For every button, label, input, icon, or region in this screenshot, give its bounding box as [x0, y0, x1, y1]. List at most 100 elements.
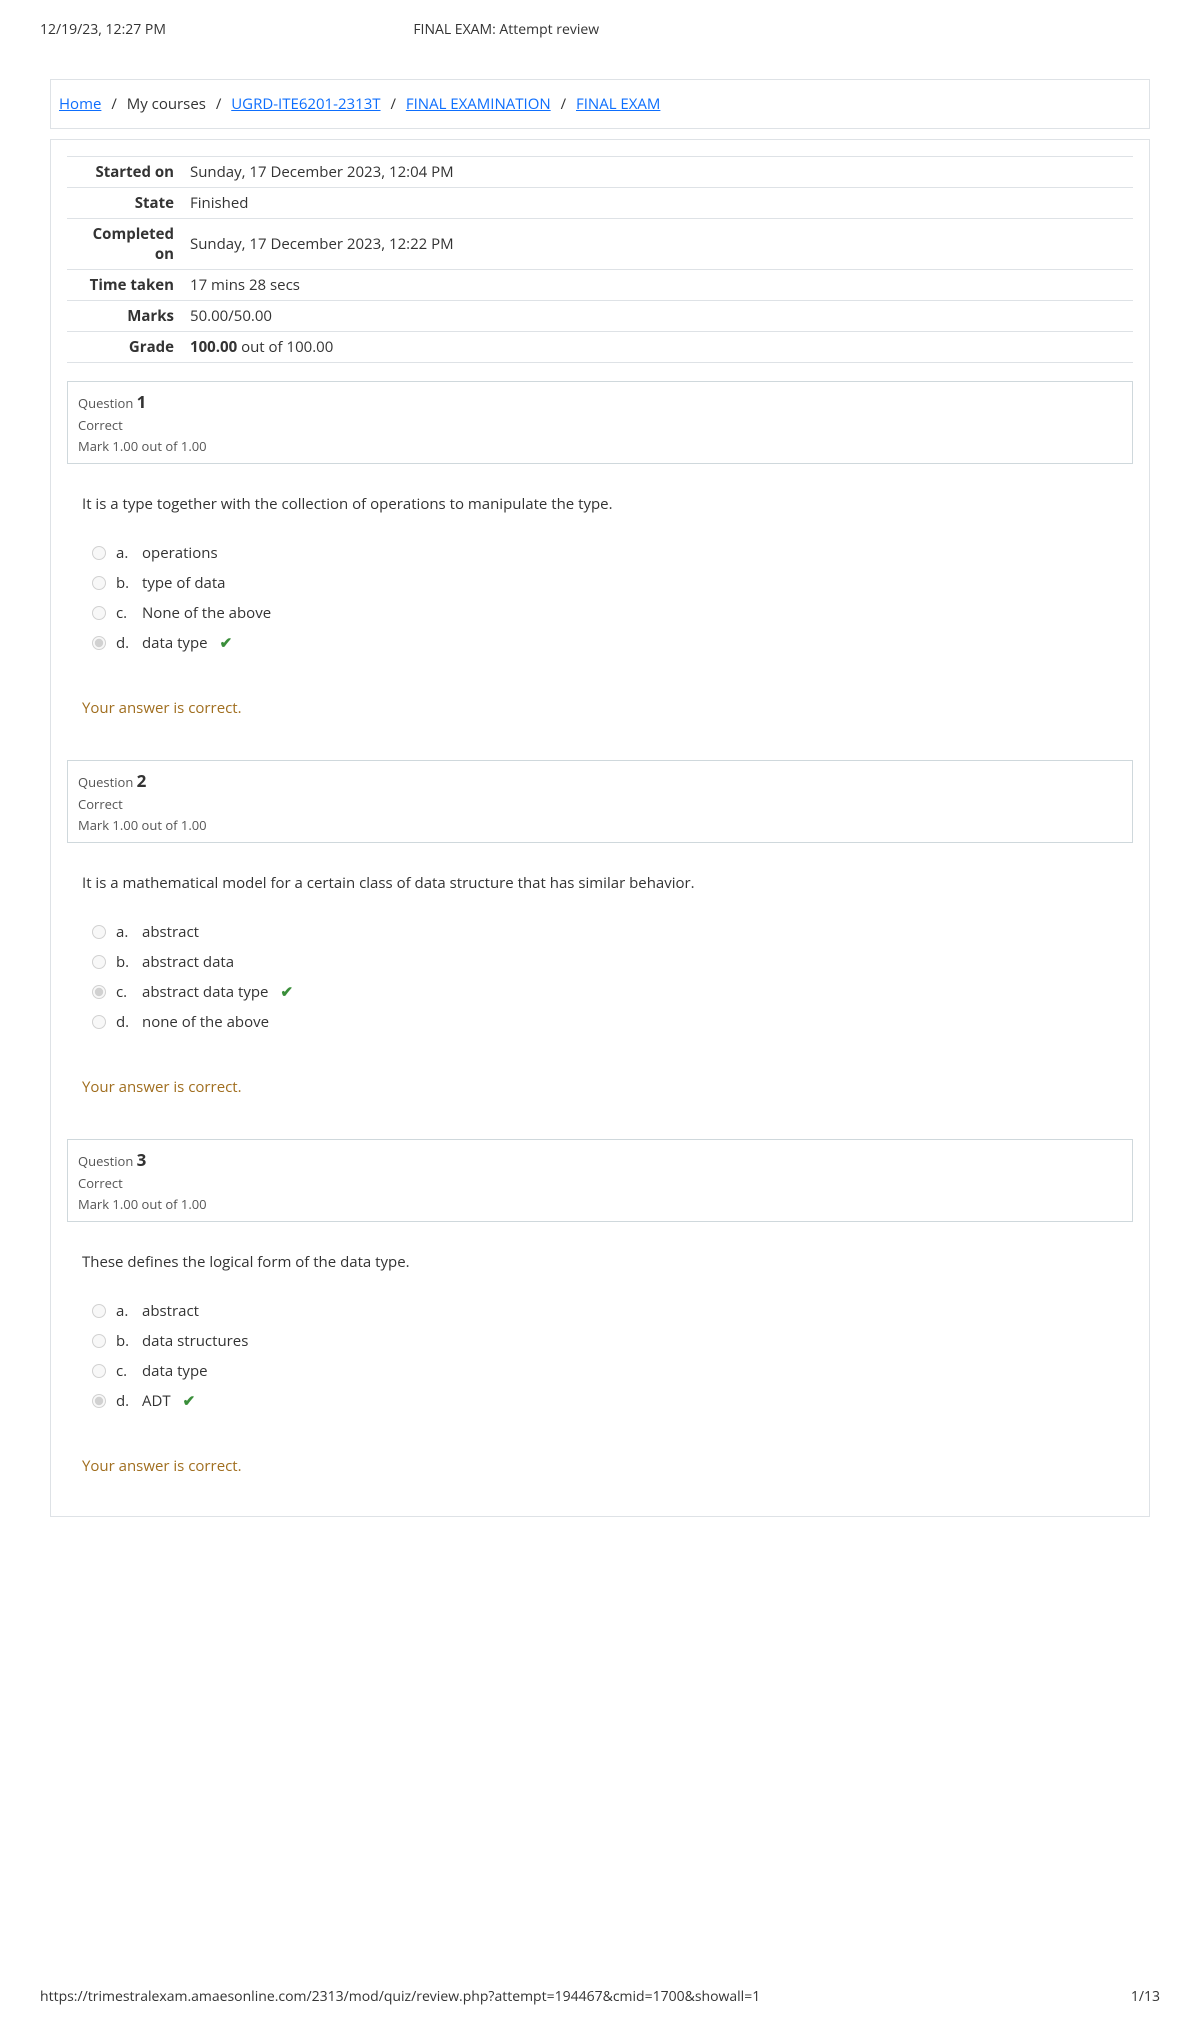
answer-letter: c. — [116, 1361, 132, 1381]
answer-letter: a. — [116, 543, 132, 563]
question-text: It is a mathematical model for a certain… — [82, 873, 1118, 893]
question-header: Question 3 Correct Mark 1.00 out of 1.00 — [68, 1140, 1132, 1221]
question-body: It is a type together with the collectio… — [67, 464, 1133, 742]
answer-radio[interactable] — [92, 1304, 106, 1318]
question-body: It is a mathematical model for a certain… — [67, 843, 1133, 1121]
question-label: Question — [78, 773, 137, 791]
question-header: Question 1 Correct Mark 1.00 out of 1.00 — [68, 382, 1132, 463]
answer-radio[interactable] — [92, 1394, 106, 1408]
answer-option: a.abstract — [92, 1296, 1118, 1326]
content-box: Started on Sunday, 17 December 2023, 12:… — [50, 139, 1150, 1517]
answer-text: data structures — [142, 1331, 248, 1351]
question-label: Question — [78, 394, 137, 412]
question-block: Question 2CorrectMark 1.00 out of 1.00 — [67, 760, 1133, 843]
question-number: 1 — [137, 390, 147, 413]
summary-label-marks: Marks — [67, 301, 182, 332]
breadcrumb-sep: / — [555, 94, 573, 114]
summary-value-state: Finished — [182, 188, 1133, 219]
feedback-text: Your answer is correct. — [82, 698, 1118, 718]
summary-value-completed-on: Sunday, 17 December 2023, 12:22 PM — [182, 219, 1133, 270]
answer-letter: b. — [116, 952, 132, 972]
question-block: Question 1 Correct Mark 1.00 out of 1.00 — [67, 381, 1133, 464]
answer-letter: c. — [116, 603, 132, 623]
question-number: 3 — [137, 1148, 147, 1171]
breadcrumb: Home / My courses / UGRD-ITE6201-2313T /… — [50, 79, 1150, 129]
grade-rest: out of 100.00 — [237, 337, 333, 357]
answer-option: c.abstract data type✔ — [92, 977, 1118, 1007]
answer-letter: b. — [116, 573, 132, 593]
answer-letter: b. — [116, 1331, 132, 1351]
answer-radio[interactable] — [92, 576, 106, 590]
answer-option: c. data type — [92, 1356, 1118, 1386]
answer-letter: d. — [116, 1391, 132, 1411]
breadcrumb-item[interactable]: FINAL EXAM — [576, 94, 660, 114]
answer-text: none of the above — [142, 1012, 269, 1032]
question-number: 2 — [137, 769, 147, 792]
answer-letter: c. — [116, 982, 132, 1002]
question-header: Question 2CorrectMark 1.00 out of 1.00 — [68, 761, 1132, 842]
print-timestamp: 12/19/23, 12:27 PM — [40, 20, 413, 39]
question-body: These defines the logical form of the da… — [67, 1222, 1133, 1500]
question-text: These defines the logical form of the da… — [82, 1252, 1118, 1272]
breadcrumb-home[interactable]: Home — [59, 94, 101, 114]
answer-radio[interactable] — [92, 985, 106, 999]
breadcrumb-sep: / — [210, 94, 228, 114]
answer-radio[interactable] — [92, 546, 106, 560]
summary-label-started-on: Started on — [67, 157, 182, 188]
answer-text: abstract data type — [142, 982, 268, 1002]
answer-option: d. data type ✔ — [92, 628, 1118, 658]
footer-pagenum: 1/13 — [1131, 1987, 1160, 2006]
answer-radio[interactable] — [92, 955, 106, 969]
question-label: Question — [78, 1152, 137, 1170]
answer-radio[interactable] — [92, 925, 106, 939]
answer-text: None of the above — [142, 603, 271, 623]
answer-option: b. data structures — [92, 1326, 1118, 1356]
answer-letter: a. — [116, 922, 132, 942]
summary-value-marks: 50.00/50.00 — [182, 301, 1133, 332]
question-status: Correct — [78, 1174, 1122, 1192]
summary-table: Started on Sunday, 17 December 2023, 12:… — [67, 156, 1133, 363]
answers-list: a.abstract b. data structures c. data type d.… — [92, 1296, 1118, 1416]
summary-label-grade: Grade — [67, 332, 182, 363]
answer-radio[interactable] — [92, 1015, 106, 1029]
answer-letter: d. — [116, 1012, 132, 1032]
answer-radio[interactable] — [92, 606, 106, 620]
breadcrumb-sep: / — [105, 94, 123, 114]
check-icon: ✔ — [183, 1391, 196, 1411]
question-mark: Mark 1.00 out of 1.00 — [78, 437, 1122, 455]
answer-text: data type — [142, 633, 208, 653]
answers-list: a.abstract b. abstract data c. abstract data… — [92, 917, 1118, 1037]
feedback-text: Your answer is correct. — [82, 1456, 1118, 1476]
summary-value-time-taken: 17 mins 28 secs — [182, 270, 1133, 301]
question-text: It is a type together with the collectio… — [82, 494, 1118, 514]
footer-url: https://trimestralexam.amaesonline.com/2… — [40, 1987, 760, 2006]
question-status: Correct — [78, 416, 1122, 434]
answer-text: data type — [142, 1361, 208, 1381]
answer-radio[interactable] — [92, 1364, 106, 1378]
breadcrumb-section[interactable]: FINAL EXAMINATION — [406, 94, 551, 114]
answer-text: operations — [142, 543, 218, 563]
question-block: Question 3 Correct Mark 1.00 out of 1.00 — [67, 1139, 1133, 1222]
check-icon: ✔ — [220, 633, 233, 653]
question-mark: Mark 1.00 out of 1.00 — [78, 1195, 1122, 1213]
breadcrumb-sep: / — [384, 94, 402, 114]
summary-label-completed-on: Completed on — [67, 219, 182, 270]
answers-list: a. operations b. type of data c. None of the … — [92, 538, 1118, 658]
answer-text: ADT — [142, 1391, 171, 1411]
answer-option: d. ADT ✔ — [92, 1386, 1118, 1416]
summary-label-time-taken: Time taken — [67, 270, 182, 301]
answer-option: b. type of data — [92, 568, 1118, 598]
answer-text: abstract data — [142, 952, 234, 972]
breadcrumb-course[interactable]: UGRD-ITE6201-2313T — [231, 94, 380, 114]
summary-label-state: State — [67, 188, 182, 219]
answer-text: abstract — [142, 1301, 199, 1321]
summary-value-grade: 100.00 out of 100.00 — [182, 332, 1133, 363]
answer-option: a.abstract — [92, 917, 1118, 947]
answer-text: type of data — [142, 573, 226, 593]
answer-letter: d. — [116, 633, 132, 653]
answer-option: d. none of the above — [92, 1007, 1118, 1037]
question-mark: Mark 1.00 out of 1.00 — [78, 816, 1122, 834]
answer-radio[interactable] — [92, 636, 106, 650]
answer-radio[interactable] — [92, 1334, 106, 1348]
breadcrumb-mycourses: My courses — [127, 94, 206, 114]
